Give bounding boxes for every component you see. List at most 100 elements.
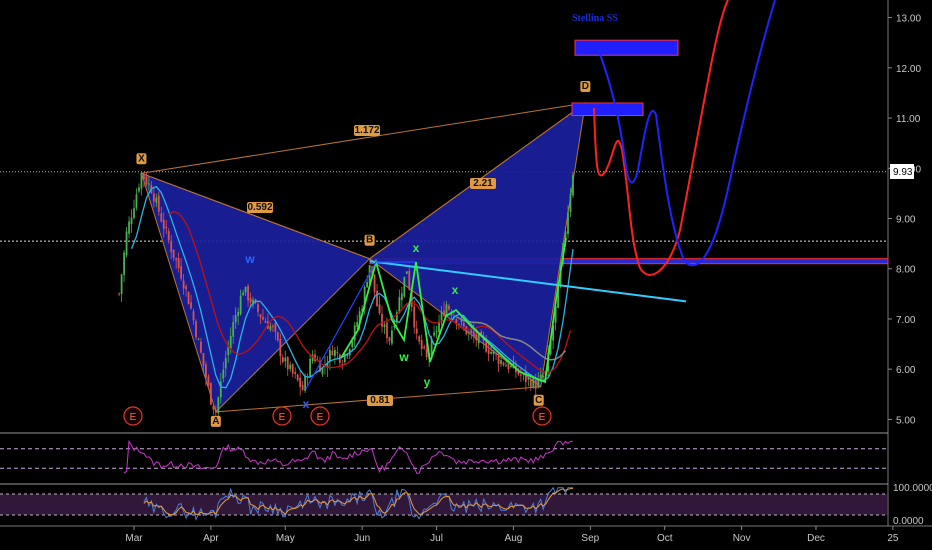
candle-body bbox=[296, 374, 299, 381]
candle-body bbox=[143, 173, 145, 179]
candle-body bbox=[128, 221, 130, 234]
candle-body bbox=[187, 292, 190, 305]
candle-body bbox=[177, 257, 180, 269]
wave-label-4: y bbox=[424, 375, 431, 389]
chart-root: X A B C D 0.592 1.172 2.21 0.81 w w x x y x E E E E 13.00 1… bbox=[0, 0, 932, 550]
candle-body bbox=[500, 360, 502, 364]
candle-body bbox=[294, 372, 297, 374]
candle-body bbox=[423, 346, 426, 349]
pattern-point-c: C bbox=[535, 395, 542, 406]
candle-body bbox=[462, 322, 465, 327]
candle-body bbox=[497, 355, 500, 364]
candle-body bbox=[505, 365, 507, 367]
candle-body bbox=[274, 323, 277, 332]
candle-body bbox=[376, 290, 378, 307]
candle-body bbox=[519, 374, 522, 376]
candle-body bbox=[197, 339, 200, 341]
candle-body bbox=[487, 349, 490, 354]
candle-body bbox=[239, 295, 242, 315]
candle-body bbox=[408, 270, 411, 290]
candle-body bbox=[257, 304, 259, 312]
candle-body bbox=[262, 317, 264, 320]
x-tick-label: Sep bbox=[581, 533, 599, 544]
candle-body bbox=[200, 341, 202, 353]
candle-body bbox=[232, 322, 235, 337]
ratio-label-1: 1.172 bbox=[354, 125, 379, 136]
candle-body bbox=[413, 306, 416, 328]
candle-body bbox=[438, 321, 440, 333]
candle-body bbox=[145, 176, 148, 185]
candle-body bbox=[217, 397, 220, 414]
candle-body bbox=[383, 324, 386, 328]
candle-body bbox=[155, 197, 158, 203]
candle-body bbox=[180, 266, 183, 279]
candle-body bbox=[435, 330, 438, 332]
candle-body bbox=[475, 334, 478, 341]
candle-body bbox=[147, 183, 150, 185]
candle-body bbox=[532, 378, 535, 388]
target-zone bbox=[574, 39, 679, 56]
x-tick-label: Nov bbox=[733, 533, 751, 544]
candle-body bbox=[214, 410, 217, 413]
candle-body bbox=[420, 339, 423, 350]
candle-body bbox=[222, 369, 225, 379]
candle-body bbox=[366, 282, 369, 288]
candle-body bbox=[472, 331, 475, 337]
candle-body bbox=[229, 336, 232, 349]
event-marker-0: E bbox=[130, 412, 137, 423]
y-tick-label: 6.00 bbox=[896, 365, 916, 376]
candle-body bbox=[162, 219, 165, 229]
wave-label-5: x bbox=[452, 283, 459, 297]
candle-body bbox=[192, 311, 195, 321]
candle-body bbox=[391, 330, 393, 344]
candle-body bbox=[301, 384, 304, 390]
candle-body bbox=[336, 352, 339, 354]
candle-body bbox=[529, 379, 532, 388]
candle-body bbox=[175, 258, 178, 261]
candle-body bbox=[209, 383, 212, 405]
candle-body bbox=[185, 286, 187, 290]
candle-body bbox=[140, 172, 143, 189]
candle-body bbox=[123, 252, 125, 276]
candle-body bbox=[465, 326, 468, 335]
ratio-label-3: 0.81 bbox=[370, 395, 390, 406]
event-marker-1: E bbox=[279, 412, 286, 423]
candle-body bbox=[172, 249, 175, 258]
event-marker-2: E bbox=[317, 412, 324, 423]
candle-body bbox=[443, 310, 445, 316]
candle-body bbox=[279, 338, 282, 357]
candle-body bbox=[492, 351, 495, 355]
candle-body bbox=[400, 293, 403, 301]
candle-body bbox=[467, 332, 470, 334]
candle-body bbox=[534, 379, 537, 389]
x-tick-label: 25 bbox=[887, 533, 899, 544]
ratio-label-2: 2.21 bbox=[473, 178, 493, 189]
candle-body bbox=[329, 349, 331, 362]
candle-body bbox=[418, 336, 421, 342]
y-tick-label: 9.00 bbox=[896, 215, 916, 226]
annotation-text: Stellina SS bbox=[572, 13, 618, 24]
candle-body bbox=[333, 349, 336, 356]
candle-body bbox=[398, 297, 401, 313]
y-tick-label: 12.00 bbox=[896, 64, 921, 75]
price-chart: XABCD0.5921.1722.210.81wwxxyxE E E E 13.001… bbox=[0, 0, 932, 544]
candle-body bbox=[190, 302, 192, 309]
candle-body bbox=[381, 313, 383, 327]
pattern-point-b: B bbox=[366, 235, 373, 246]
candle-body bbox=[244, 286, 247, 293]
candle-body bbox=[403, 276, 406, 297]
candle-body bbox=[205, 364, 207, 378]
candle-body bbox=[281, 357, 284, 362]
candle-body bbox=[440, 312, 443, 321]
candle-body bbox=[388, 337, 391, 342]
candle-body bbox=[130, 217, 133, 225]
wave-label-1: w bbox=[398, 350, 409, 364]
candle-body bbox=[195, 321, 197, 338]
pattern-point-d: D bbox=[582, 81, 589, 92]
candle-body bbox=[470, 330, 473, 334]
candle-body bbox=[165, 226, 168, 229]
candle-body bbox=[160, 213, 163, 222]
x-tick-label: Dec bbox=[807, 533, 825, 544]
pattern-point-a: A bbox=[212, 416, 219, 427]
pattern-point-x: X bbox=[138, 153, 145, 164]
